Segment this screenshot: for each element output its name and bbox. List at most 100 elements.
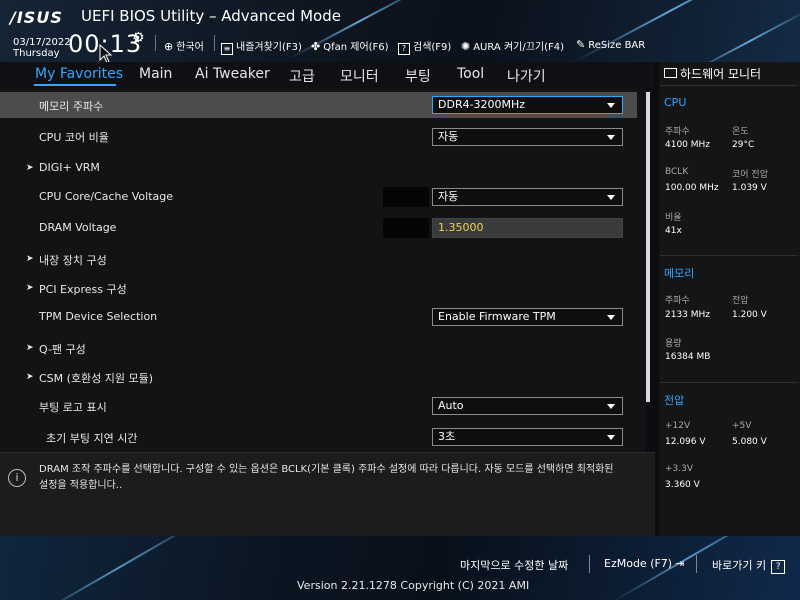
- 5v-label: +5V: [732, 421, 752, 431]
- core-voltage-value: 1.039 V: [732, 183, 767, 193]
- cpu-frequency-label: 주파수: [665, 127, 690, 137]
- bclk-value: 100.00 MHz: [665, 183, 719, 193]
- resize-bar-button[interactable]: ✎ ReSize BAR: [576, 38, 645, 51]
- hotkey-help-icon: ?: [771, 560, 786, 574]
- cpu-core-ratio-dropdown[interactable]: 자동: [432, 128, 623, 146]
- help-text-line: 설정을 적용합니다..: [39, 480, 123, 491]
- tpm-device-selection-label: TPM Device Selection: [39, 310, 158, 323]
- post-delay-time-dropdown[interactable]: 3초: [432, 428, 623, 446]
- tab-my-favorites[interactable]: My Favorites: [35, 66, 123, 82]
- memory-frequency-value: 2133 MHz: [665, 310, 711, 320]
- version-text: Version 2.21.1278 Copyright (C) 2021 AMI: [297, 579, 530, 592]
- voltage-readout-box: [383, 187, 429, 207]
- tab-tool[interactable]: Tool: [457, 66, 484, 82]
- my-favorites-button[interactable]: ≡ 내즐겨찾기(F3): [221, 38, 302, 55]
- voltage-readout-box: [383, 218, 429, 238]
- resize-bar-icon: ✎: [576, 38, 586, 51]
- hardware-monitor-title: 하드웨어 모니터: [664, 65, 761, 82]
- memory-section-title: 메모리: [664, 267, 695, 280]
- ezmode-button[interactable]: EzMode (F7) ⇥: [604, 557, 684, 570]
- 3-3v-value: 3.360 V: [665, 480, 700, 490]
- submenu-pci-express[interactable]: PCI Express 구성: [39, 281, 127, 297]
- post-delay-time-label: 초기 부팅 지연 시간: [46, 432, 138, 445]
- globe-icon: ⊕: [164, 40, 174, 53]
- tab-main[interactable]: Main: [139, 66, 172, 82]
- aura-icon: ✺: [461, 40, 471, 53]
- hotkeys-button[interactable]: 바로가기 키?: [712, 557, 786, 574]
- chevron-down-icon: [607, 135, 615, 140]
- chevron-down-icon: [607, 435, 615, 440]
- gear-icon[interactable]: ⚙: [132, 30, 145, 46]
- submenu-csm[interactable]: CSM (호환성 지원 모듈): [39, 370, 153, 386]
- bclk-label: BCLK: [665, 167, 689, 177]
- voltage-section-title: 전압: [664, 394, 685, 407]
- tab-boot[interactable]: 부팅: [405, 66, 431, 86]
- tab-exit[interactable]: 나가기: [507, 66, 546, 86]
- fan-icon: ✤: [311, 40, 321, 53]
- submenu-arrow-icon: ➤: [26, 163, 34, 173]
- memory-voltage-label: 전압: [732, 296, 749, 306]
- chevron-down-icon: [607, 103, 615, 108]
- divider: [660, 255, 797, 256]
- chevron-down-icon: [607, 404, 615, 409]
- toolbar-divider: [155, 35, 156, 51]
- mouse-pointer-icon: [99, 44, 113, 64]
- submenu-digi-vrm[interactable]: DIGI+ VRM: [39, 161, 100, 174]
- submenu-arrow-icon: ➤: [26, 372, 34, 382]
- settings-scrollbar[interactable]: [646, 92, 650, 402]
- memory-capacity-value: 16384 MB: [665, 352, 711, 362]
- boot-logo-display-label: 부팅 로고 표시: [39, 401, 107, 414]
- date-text: 03/17/2022: [13, 37, 71, 48]
- 12v-label: +12V: [665, 421, 691, 431]
- qfan-control-button[interactable]: ✤ Qfan 제어(F6): [311, 38, 389, 53]
- memory-frequency-label: 메모리 주파수: [39, 100, 104, 113]
- window-title: UEFI BIOS Utility – Advanced Mode: [81, 7, 341, 25]
- help-text-line: DRAM 조작 주파수를 선택합니다. 구성할 수 있는 옵션은 BCLK(기본…: [39, 464, 614, 475]
- toolbar-divider: [214, 35, 215, 51]
- divider: [660, 85, 797, 86]
- date-display: 03/17/2022 Thursday: [13, 37, 71, 59]
- tab-ai-tweaker[interactable]: Ai Tweaker: [195, 66, 270, 82]
- cpu-core-cache-voltage-dropdown[interactable]: 자동: [432, 188, 623, 206]
- 12v-value: 12.096 V: [665, 437, 706, 447]
- last-modified-button[interactable]: 마지막으로 수정한 날짜: [460, 557, 568, 573]
- aura-toggle-button[interactable]: ✺ AURA 켜기/끄기(F4): [461, 38, 564, 53]
- ratio-value: 41x: [665, 226, 682, 236]
- footer-divider: [696, 555, 697, 573]
- cpu-frequency-value: 4100 MHz: [665, 140, 711, 150]
- tab-advanced[interactable]: 고급: [289, 66, 315, 86]
- submenu-qfan-config[interactable]: Q-팬 구성: [39, 341, 86, 357]
- footer-divider: [589, 555, 590, 573]
- memory-voltage-value: 1.200 V: [732, 310, 767, 320]
- 5v-value: 5.080 V: [732, 437, 767, 447]
- cpu-temperature-label: 온도: [732, 127, 749, 137]
- submenu-onboard-devices[interactable]: 내장 장치 구성: [39, 252, 107, 268]
- exit-arrow-icon: ⇥: [675, 557, 685, 570]
- help-text: DRAM 조작 주파수를 선택합니다. 구성할 수 있는 옵션은 BCLK(기본…: [39, 462, 639, 494]
- memory-frequency-label: 주파수: [665, 296, 690, 306]
- memory-frequency-dropdown[interactable]: DDR4-3200MHz: [432, 96, 623, 114]
- search-button[interactable]: ? 검색(F9): [398, 38, 451, 55]
- asus-logo: /ISUS: [10, 8, 63, 27]
- cpu-core-cache-voltage-label: CPU Core/Cache Voltage: [39, 190, 173, 203]
- submenu-arrow-icon: ➤: [26, 343, 34, 353]
- core-voltage-label: 코어 전압: [732, 170, 768, 180]
- divider: [660, 382, 797, 383]
- tpm-device-selection-dropdown[interactable]: Enable Firmware TPM: [432, 308, 623, 326]
- favorites-icon: ≡: [221, 43, 233, 55]
- cpu-core-ratio-label: CPU 코어 비율: [39, 131, 109, 144]
- submenu-arrow-icon: ➤: [26, 254, 34, 264]
- tab-monitor[interactable]: 모니터: [340, 66, 379, 86]
- day-text: Thursday: [13, 48, 60, 59]
- language-button[interactable]: ⊕ 한국어: [164, 38, 204, 53]
- active-tab-indicator: [34, 84, 116, 86]
- info-icon: i: [8, 469, 26, 487]
- memory-capacity-label: 용량: [665, 339, 682, 349]
- 3-3v-label: +3.3V: [665, 464, 694, 474]
- dram-voltage-input[interactable]: 1.35000: [432, 218, 623, 238]
- boot-logo-display-dropdown[interactable]: Auto: [432, 397, 623, 415]
- cpu-temperature-value: 29°C: [732, 140, 755, 150]
- chevron-down-icon: [607, 195, 615, 200]
- monitor-icon: [664, 68, 677, 78]
- dram-voltage-label: DRAM Voltage: [39, 221, 117, 234]
